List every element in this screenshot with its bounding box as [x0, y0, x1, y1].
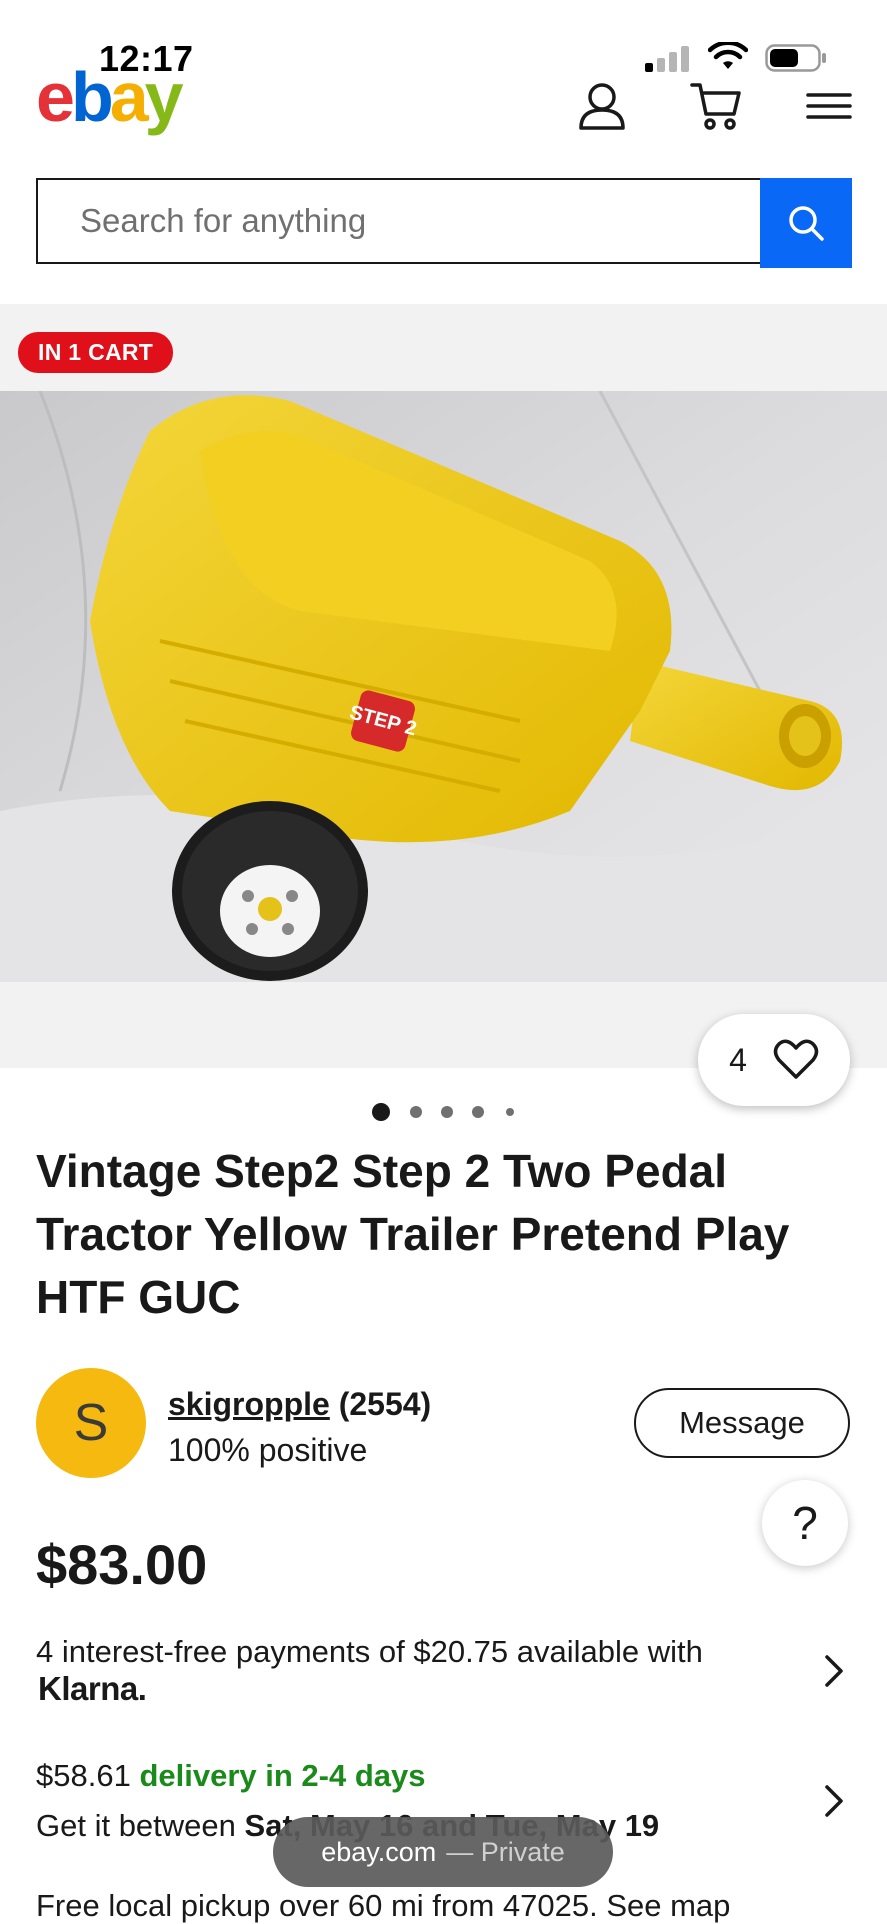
user-icon[interactable] [576, 80, 628, 132]
shipping-cost: $58.61 delivery in 2-4 days [36, 1758, 426, 1794]
search-icon [789, 206, 824, 241]
browser-url-pill[interactable]: ebay.com — Private [273, 1817, 613, 1887]
search-input[interactable] [36, 178, 760, 264]
heart-icon [773, 1039, 819, 1079]
shipping-price: $58.61 [36, 1758, 131, 1793]
search-bar [36, 178, 852, 268]
item-price: $83.00 [36, 1533, 208, 1596]
pagination-dot[interactable] [441, 1106, 453, 1118]
seller-feedback-count: (2554) [338, 1386, 432, 1422]
private-label: — Private [446, 1836, 565, 1867]
url-domain: ebay.com [321, 1836, 437, 1867]
cart-icon[interactable] [690, 80, 742, 132]
in-cart-badge: IN 1 CART [18, 332, 174, 373]
help-button[interactable]: ? [762, 1480, 848, 1566]
product-photo[interactable]: STEP 2 [0, 391, 887, 982]
pagination-dot[interactable] [372, 1103, 390, 1121]
cellular-signal-icon [645, 44, 695, 72]
seller-positive-rating: 100% positive [168, 1432, 368, 1468]
pagination-dot[interactable] [506, 1108, 514, 1116]
message-seller-button[interactable]: Message [634, 1388, 850, 1458]
klarna-logo: Klarna. [38, 1670, 147, 1707]
pagination-dot[interactable] [472, 1106, 484, 1118]
delivery-window-prefix: Get it between [36, 1808, 236, 1843]
gallery-pagination-dots[interactable] [372, 1103, 522, 1121]
chevron-right-icon[interactable] [824, 1784, 844, 1818]
watch-count: 4 [729, 1041, 747, 1078]
seller-avatar[interactable]: S [36, 1368, 146, 1478]
seller-info: skigropple (2554) [168, 1386, 431, 1423]
delivery-estimate: delivery in 2-4 days [139, 1758, 426, 1793]
chevron-right-icon[interactable] [824, 1654, 844, 1688]
pagination-dot[interactable] [410, 1106, 422, 1118]
klarna-payments-text[interactable]: 4 interest-free payments of $20.75 avail… [36, 1630, 796, 1674]
local-pickup-text[interactable]: Free local pickup over 60 mi from 47025.… [36, 1888, 730, 1924]
search-button[interactable] [760, 178, 852, 268]
menu-icon[interactable] [804, 80, 856, 132]
watch-button[interactable]: 4 [698, 1014, 850, 1106]
wifi-icon [708, 42, 748, 69]
seller-name-link[interactable]: skigropple [168, 1386, 330, 1422]
listing-title: Vintage Step2 Step 2 Two Pedal Tractor Y… [36, 1145, 790, 1323]
ebay-logo[interactable]: ebay [36, 62, 184, 132]
battery-icon [765, 44, 826, 72]
